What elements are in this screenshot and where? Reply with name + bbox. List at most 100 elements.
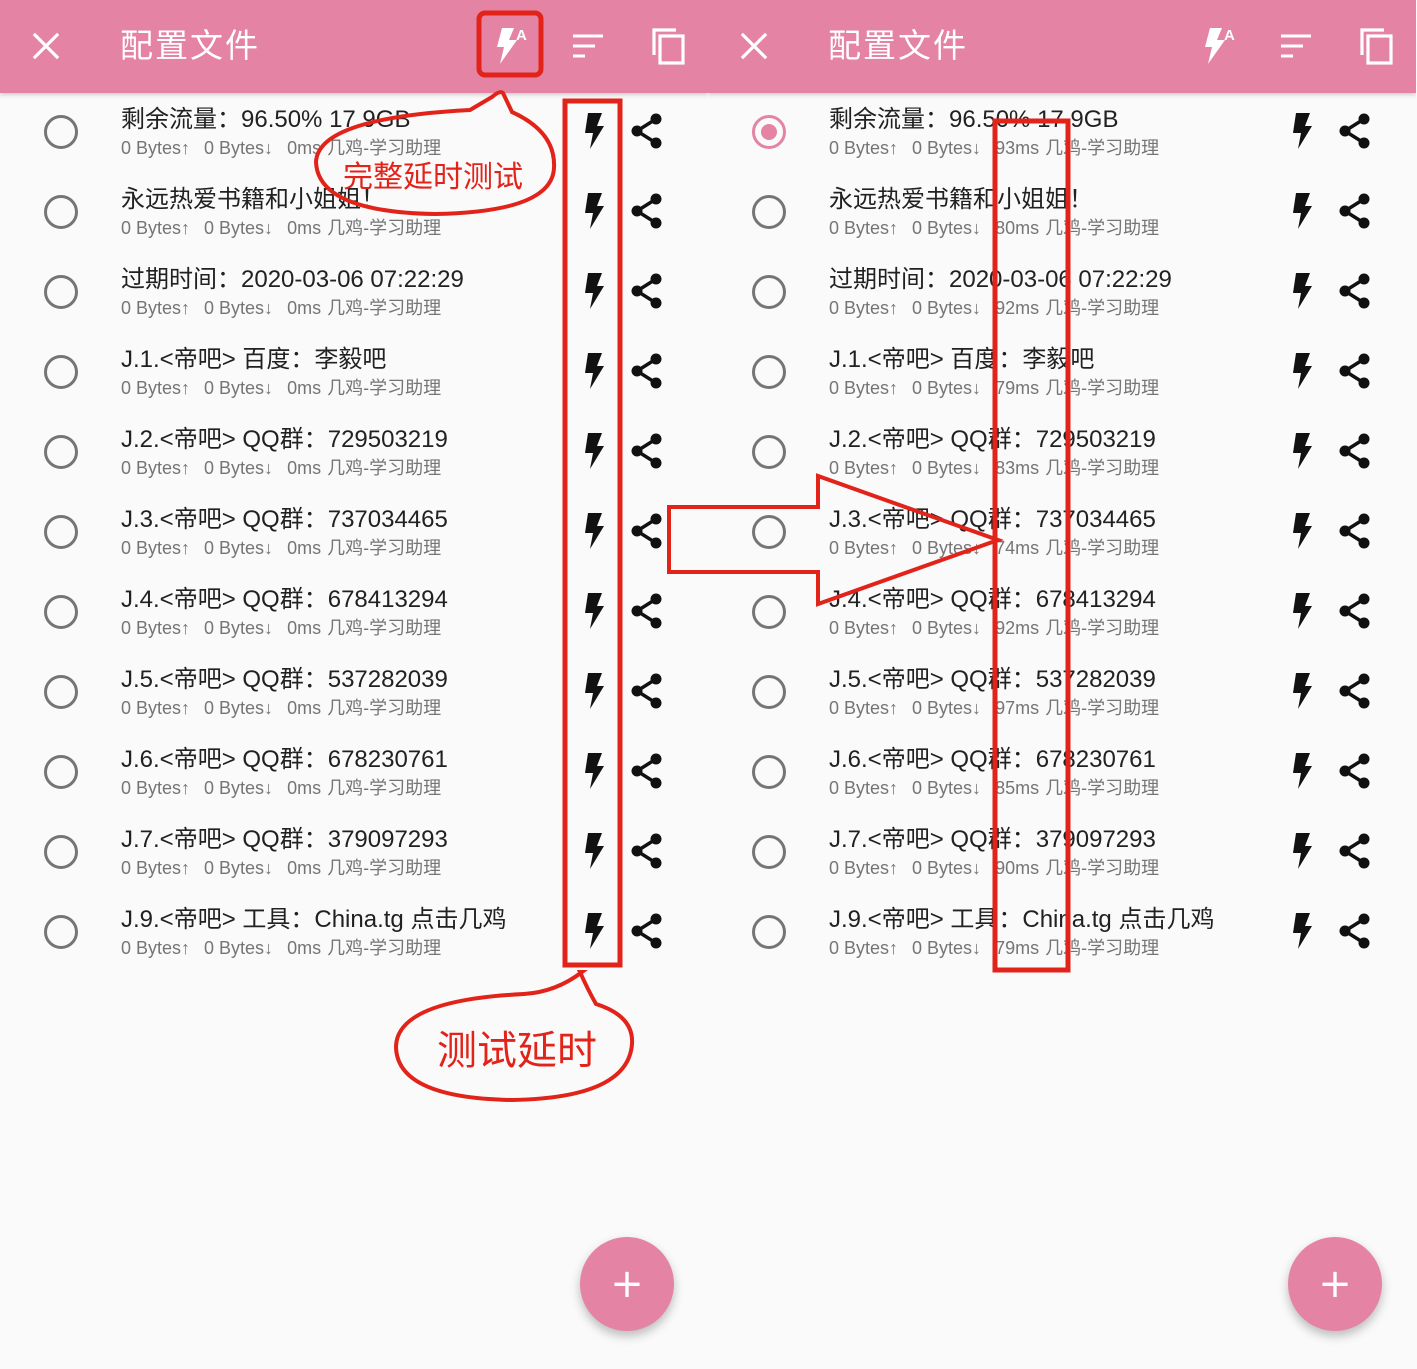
share-button[interactable] <box>1334 593 1374 633</box>
share-button[interactable] <box>1334 353 1374 393</box>
select-radio[interactable] <box>44 675 78 709</box>
profile-row[interactable]: J.4.<帝吧> QQ群：678413294 0 Bytes↑ 0 Bytes↓ 92… <box>708 573 1416 653</box>
test-all-latency-icon[interactable]: A <box>1188 18 1244 74</box>
share-button[interactable] <box>626 273 666 313</box>
test-latency-button[interactable] <box>1284 351 1320 395</box>
share-button[interactable] <box>626 593 666 633</box>
share-button[interactable] <box>626 113 666 153</box>
share-button[interactable] <box>1334 273 1374 313</box>
copy-icon[interactable] <box>640 18 696 74</box>
test-latency-button[interactable] <box>1284 431 1320 475</box>
profile-stats: 0 Bytes↑ 0 Bytes↓ 92ms 几鸡-学习助理 <box>829 617 1159 639</box>
test-latency-button[interactable] <box>1284 671 1320 715</box>
test-latency-button[interactable] <box>1284 511 1320 555</box>
profile-row[interactable]: J.1.<帝吧> 百度：李毅吧 0 Bytes↑ 0 Bytes↓ 0ms 几鸡-学习助… <box>0 333 708 413</box>
share-button[interactable] <box>626 833 666 873</box>
profile-row[interactable]: J.9.<帝吧> 工具：China.tg 点击几鸡 0 Bytes↑ 0 Bytes… <box>0 893 708 973</box>
test-latency-button[interactable] <box>576 591 612 635</box>
select-radio[interactable] <box>44 275 78 309</box>
share-button[interactable] <box>626 513 666 553</box>
test-latency-button[interactable] <box>576 671 612 715</box>
share-button[interactable] <box>1334 193 1374 233</box>
test-latency-button[interactable] <box>1284 911 1320 955</box>
profile-row[interactable]: 过期时间：2020-03-06 07:22:29 0 Bytes↑ 0 Bytes↓… <box>0 253 708 333</box>
profile-row[interactable]: J.2.<帝吧> QQ群：729503219 0 Bytes↑ 0 Bytes↓ 0m… <box>0 413 708 493</box>
profile-row[interactable]: 过期时间：2020-03-06 07:22:29 0 Bytes↑ 0 Bytes↓… <box>708 253 1416 333</box>
select-radio[interactable] <box>752 835 786 869</box>
select-radio[interactable] <box>752 595 786 629</box>
close-icon[interactable] <box>18 18 74 74</box>
profile-row[interactable]: J.3.<帝吧> QQ群：737034465 0 Bytes↑ 0 Bytes↓ 0m… <box>0 493 708 573</box>
profile-row[interactable]: J.2.<帝吧> QQ群：729503219 0 Bytes↑ 0 Bytes↓ 83… <box>708 413 1416 493</box>
test-latency-button[interactable] <box>576 511 612 555</box>
share-button[interactable] <box>626 353 666 393</box>
profile-row[interactable]: J.4.<帝吧> QQ群：678413294 0 Bytes↑ 0 Bytes↓ 0m… <box>0 573 708 653</box>
add-profile-button[interactable]: + <box>580 1237 674 1331</box>
profile-row[interactable]: J.9.<帝吧> 工具：China.tg 点击几鸡 0 Bytes↑ 0 Bytes… <box>708 893 1416 973</box>
share-button[interactable] <box>1334 753 1374 793</box>
select-radio[interactable] <box>44 515 78 549</box>
select-radio[interactable] <box>752 195 786 229</box>
share-button[interactable] <box>1334 673 1374 713</box>
share-button[interactable] <box>1334 833 1374 873</box>
test-latency-button[interactable] <box>1284 191 1320 235</box>
select-radio[interactable] <box>44 915 78 949</box>
share-button[interactable] <box>626 913 666 953</box>
copy-icon[interactable] <box>1348 18 1404 74</box>
test-latency-button[interactable] <box>576 111 612 155</box>
profile-row[interactable]: 永远热爱书籍和小姐姐！ 0 Bytes↑ 0 Bytes↓ 80ms 几鸡-学习助理 <box>708 173 1416 253</box>
share-button[interactable] <box>626 753 666 793</box>
select-radio[interactable] <box>44 195 78 229</box>
sort-icon[interactable] <box>1268 18 1324 74</box>
select-radio[interactable] <box>752 675 786 709</box>
select-radio[interactable] <box>752 755 786 789</box>
select-radio[interactable] <box>44 755 78 789</box>
select-radio[interactable] <box>44 435 78 469</box>
profile-row[interactable]: J.7.<帝吧> QQ群：379097293 0 Bytes↑ 0 Bytes↓ 90… <box>708 813 1416 893</box>
profile-row[interactable]: J.6.<帝吧> QQ群：678230761 0 Bytes↑ 0 Bytes↓ 85… <box>708 733 1416 813</box>
test-all-latency-icon[interactable]: A <box>480 18 536 74</box>
close-icon[interactable] <box>726 18 782 74</box>
test-latency-button[interactable] <box>576 191 612 235</box>
lightning-bolt-icon <box>583 352 605 394</box>
share-button[interactable] <box>626 673 666 713</box>
test-latency-button[interactable] <box>1284 591 1320 635</box>
select-radio[interactable] <box>44 355 78 389</box>
sort-icon[interactable] <box>560 18 616 74</box>
select-radio[interactable] <box>752 435 786 469</box>
select-radio[interactable] <box>44 835 78 869</box>
profile-row[interactable]: 剩余流量：96.50% 17.9GB 0 Bytes↑ 0 Bytes↓ 93ms 几鸡… <box>708 93 1416 173</box>
select-radio[interactable] <box>752 355 786 389</box>
share-button[interactable] <box>626 433 666 473</box>
test-latency-button[interactable] <box>1284 831 1320 875</box>
share-button[interactable] <box>1334 913 1374 953</box>
test-latency-button[interactable] <box>576 831 612 875</box>
share-button[interactable] <box>1334 433 1374 473</box>
profile-row[interactable]: J.6.<帝吧> QQ群：678230761 0 Bytes↑ 0 Bytes↓ 0m… <box>0 733 708 813</box>
profile-row[interactable]: J.7.<帝吧> QQ群：379097293 0 Bytes↑ 0 Bytes↓ 0m… <box>0 813 708 893</box>
test-latency-button[interactable] <box>576 431 612 475</box>
test-latency-button[interactable] <box>576 351 612 395</box>
profile-row[interactable]: 剩余流量：96.50% 17.9GB 0 Bytes↑ 0 Bytes↓ 0ms 几鸡-… <box>0 93 708 173</box>
add-profile-button[interactable]: + <box>1288 1237 1382 1331</box>
profile-row[interactable]: J.5.<帝吧> QQ群：537282039 0 Bytes↑ 0 Bytes↓ 0m… <box>0 653 708 733</box>
profile-row[interactable]: J.5.<帝吧> QQ群：537282039 0 Bytes↑ 0 Bytes↓ 97… <box>708 653 1416 733</box>
test-latency-button[interactable] <box>1284 751 1320 795</box>
select-radio[interactable] <box>752 515 786 549</box>
select-radio[interactable] <box>752 275 786 309</box>
test-latency-button[interactable] <box>576 911 612 955</box>
select-radio[interactable] <box>44 115 78 149</box>
test-latency-button[interactable] <box>576 751 612 795</box>
profile-row[interactable]: J.3.<帝吧> QQ群：737034465 0 Bytes↑ 0 Bytes↓ 74… <box>708 493 1416 573</box>
profile-row[interactable]: J.1.<帝吧> 百度：李毅吧 0 Bytes↑ 0 Bytes↓ 79ms 几鸡-学习… <box>708 333 1416 413</box>
share-button[interactable] <box>626 193 666 233</box>
select-radio[interactable] <box>752 115 786 149</box>
profile-row[interactable]: 永远热爱书籍和小姐姐！ 0 Bytes↑ 0 Bytes↓ 0ms 几鸡-学习助理 <box>0 173 708 253</box>
share-button[interactable] <box>1334 113 1374 153</box>
test-latency-button[interactable] <box>1284 111 1320 155</box>
test-latency-button[interactable] <box>1284 271 1320 315</box>
select-radio[interactable] <box>44 595 78 629</box>
test-latency-button[interactable] <box>576 271 612 315</box>
share-button[interactable] <box>1334 513 1374 553</box>
select-radio[interactable] <box>752 915 786 949</box>
